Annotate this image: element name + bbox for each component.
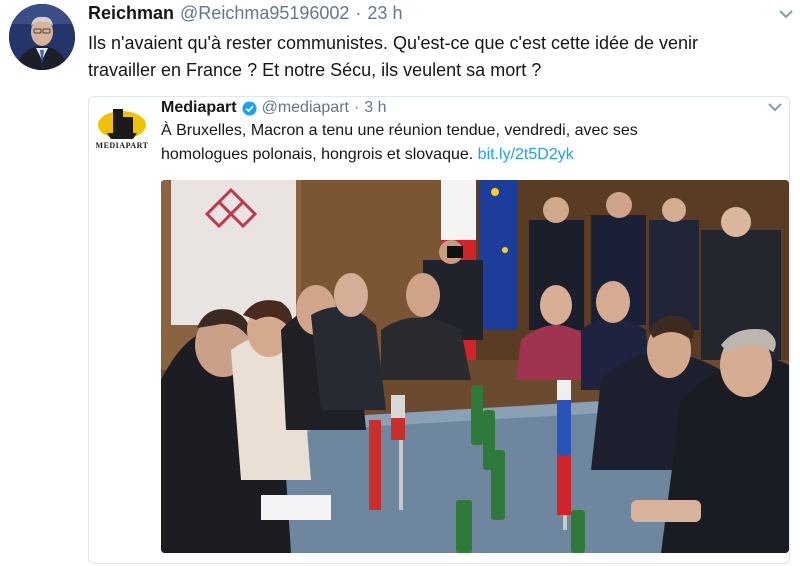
tweet-text-line: Ils n'avaient qu'à rester communistes. Q… — [88, 33, 699, 53]
quoted-handle[interactable]: @mediapart — [262, 99, 349, 117]
tweet-text-line: travailler en France ? Et notre Sécu, il… — [88, 60, 542, 80]
quoted-text-line: homologues polonais, hongrois et slovaqu… — [161, 143, 721, 167]
chevron-down-icon[interactable] — [767, 101, 783, 113]
shortened-link[interactable]: bit.ly/2t5D2yk — [478, 146, 574, 163]
separator-dot: · — [353, 99, 360, 116]
timestamp[interactable]: 23 h — [367, 3, 402, 24]
quoted-text-segment: homologues polonais, hongrois et slovaqu… — [161, 146, 474, 163]
separator-dot: · — [355, 3, 362, 23]
quoted-timestamp[interactable]: 3 h — [364, 99, 386, 117]
quoted-tweet[interactable]: MEDIAPART Mediapart @mediapart · 3 h À B… — [88, 96, 790, 564]
user-handle[interactable]: @Reichma95196002 — [180, 3, 349, 24]
display-name[interactable]: Reichman — [88, 3, 174, 24]
logo-wordmark: MEDIAPART — [95, 141, 149, 150]
user-avatar[interactable] — [9, 4, 75, 70]
tweet: Reichman @Reichma95196002 · 23 h Ils n'a… — [0, 0, 800, 566]
quoted-text-line: À Bruxelles, Macron a tenu une réunion t… — [161, 122, 638, 139]
attached-photo[interactable] — [161, 180, 789, 553]
chevron-down-icon[interactable] — [778, 8, 794, 20]
tweet-header: Reichman @Reichma95196002 · 23 h — [88, 3, 760, 29]
mediapart-logo[interactable]: MEDIAPART — [93, 103, 151, 153]
quoted-display-name[interactable]: Mediapart — [161, 99, 237, 117]
quoted-header: Mediapart @mediapart · 3 h — [161, 98, 387, 118]
quoted-text: À Bruxelles, Macron a tenu une réunion t… — [161, 119, 721, 167]
verified-badge-icon — [242, 100, 257, 116]
tweet-text: Ils n'avaient qu'à rester communistes. Q… — [88, 30, 778, 84]
